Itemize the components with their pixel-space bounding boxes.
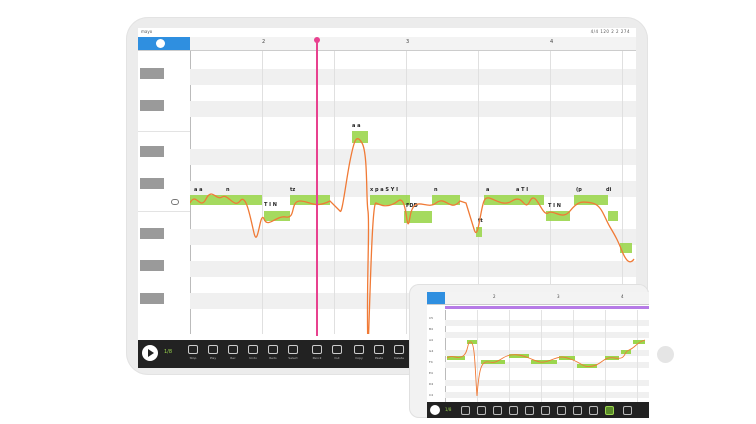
home-button-icon bbox=[657, 346, 674, 363]
record-button[interactable]: Rec bbox=[224, 344, 242, 364]
track-header[interactable] bbox=[138, 37, 190, 50]
copy-icon bbox=[354, 345, 364, 354]
tool-label: Copy bbox=[355, 356, 363, 360]
automation-lane[interactable] bbox=[445, 306, 649, 309]
undo-icon bbox=[248, 345, 258, 354]
undo-button[interactable]: Undo bbox=[244, 344, 262, 364]
paste-icon[interactable] bbox=[557, 406, 566, 415]
quantize-value[interactable]: 1/8 bbox=[164, 349, 172, 355]
select-icon bbox=[288, 345, 298, 354]
loop-icon[interactable] bbox=[573, 406, 582, 415]
paste-button[interactable]: Paste bbox=[370, 344, 388, 364]
tool-label: Pencil bbox=[312, 356, 322, 360]
record-icon bbox=[228, 345, 238, 354]
tool-label: Delete bbox=[394, 356, 404, 360]
stop-icon[interactable] bbox=[461, 406, 470, 415]
piano-key[interactable] bbox=[140, 178, 164, 189]
bottom-toolbar: 1/8 bbox=[427, 402, 649, 418]
phone-screen: 2 3 4 C5 B4 A4 G4 F4 E4 D4 C4 1/8 bbox=[427, 292, 649, 418]
piano-key[interactable] bbox=[140, 260, 164, 271]
key-label: E4 bbox=[429, 371, 433, 375]
bar-number: 3 bbox=[406, 39, 410, 45]
key-label: C4 bbox=[429, 393, 434, 397]
note-grid[interactable] bbox=[445, 310, 649, 402]
avatar[interactable] bbox=[156, 39, 165, 48]
trash-icon bbox=[394, 345, 404, 354]
redo-icon bbox=[268, 345, 278, 354]
tool-label: Stop bbox=[189, 356, 197, 360]
scissors-icon bbox=[332, 345, 342, 354]
vibrato-icon[interactable] bbox=[589, 406, 598, 415]
select-icon[interactable] bbox=[509, 406, 518, 415]
quantize-value[interactable]: 1/8 bbox=[445, 407, 451, 412]
play-icon[interactable] bbox=[142, 345, 158, 361]
transport-readout: 4/4 120 2 2 274 bbox=[590, 29, 630, 34]
pitch-icon[interactable] bbox=[605, 406, 614, 415]
piano-key[interactable] bbox=[140, 68, 164, 79]
tool-label: Redo bbox=[269, 356, 277, 360]
select-button[interactable]: Select bbox=[284, 344, 302, 364]
undo-icon[interactable] bbox=[477, 406, 486, 415]
key-label: D4 bbox=[429, 382, 434, 386]
key-label: F4 bbox=[429, 360, 433, 364]
pencil-icon[interactable] bbox=[525, 406, 534, 415]
stop-button[interactable]: Stop bbox=[184, 344, 202, 364]
bar-number: 4 bbox=[550, 39, 554, 45]
tool-label: Undo bbox=[249, 356, 257, 360]
settings-icon[interactable] bbox=[623, 406, 632, 415]
bar-number: 3 bbox=[557, 294, 560, 299]
tool-label: Cut bbox=[334, 356, 340, 360]
bar-number: 2 bbox=[262, 39, 266, 45]
copy-button[interactable]: Copy bbox=[350, 344, 368, 364]
key-divider bbox=[138, 131, 190, 132]
key-divider bbox=[138, 211, 190, 212]
tool-label: Paste bbox=[374, 356, 384, 360]
key-label: A4 bbox=[429, 338, 433, 342]
piano-key[interactable] bbox=[140, 100, 164, 111]
bar-number: 4 bbox=[621, 294, 624, 299]
tool-label: Select bbox=[288, 356, 298, 360]
play-icon[interactable] bbox=[430, 405, 440, 415]
piano-keyboard[interactable]: C5 B4 A4 G4 F4 E4 D4 C4 bbox=[427, 310, 446, 402]
pitch-curve bbox=[446, 339, 646, 397]
tool-label: Play bbox=[209, 356, 217, 360]
key-label: B4 bbox=[429, 327, 433, 331]
pencil-button[interactable]: Pencil bbox=[308, 344, 326, 364]
stop-icon bbox=[188, 345, 198, 354]
octave-marker-icon bbox=[171, 199, 179, 205]
track-name: mayo bbox=[141, 29, 153, 34]
tool-label: Rec bbox=[230, 356, 236, 360]
playhead[interactable] bbox=[316, 40, 318, 336]
redo-button[interactable]: Redo bbox=[264, 344, 282, 364]
copy-icon[interactable] bbox=[541, 406, 550, 415]
piano-key[interactable] bbox=[140, 228, 164, 239]
redo-icon[interactable] bbox=[493, 406, 502, 415]
delete-button[interactable]: Delete bbox=[390, 344, 408, 364]
pencil-icon bbox=[312, 345, 322, 354]
key-label: C5 bbox=[429, 316, 434, 320]
paste-icon bbox=[374, 345, 384, 354]
timeline-ruler[interactable]: 2 3 4 bbox=[138, 37, 636, 51]
piano-key[interactable] bbox=[140, 146, 164, 157]
track-header[interactable] bbox=[427, 292, 445, 304]
cut-button[interactable]: Cut bbox=[328, 344, 346, 364]
bar-number: 2 bbox=[493, 294, 496, 299]
play-button[interactable]: Play bbox=[204, 344, 222, 364]
key-label: G4 bbox=[429, 349, 434, 353]
piano-keyboard[interactable] bbox=[138, 51, 191, 334]
timeline-ruler[interactable]: 2 3 4 bbox=[427, 292, 649, 305]
piano-key[interactable] bbox=[140, 293, 164, 304]
play-icon bbox=[208, 345, 218, 354]
